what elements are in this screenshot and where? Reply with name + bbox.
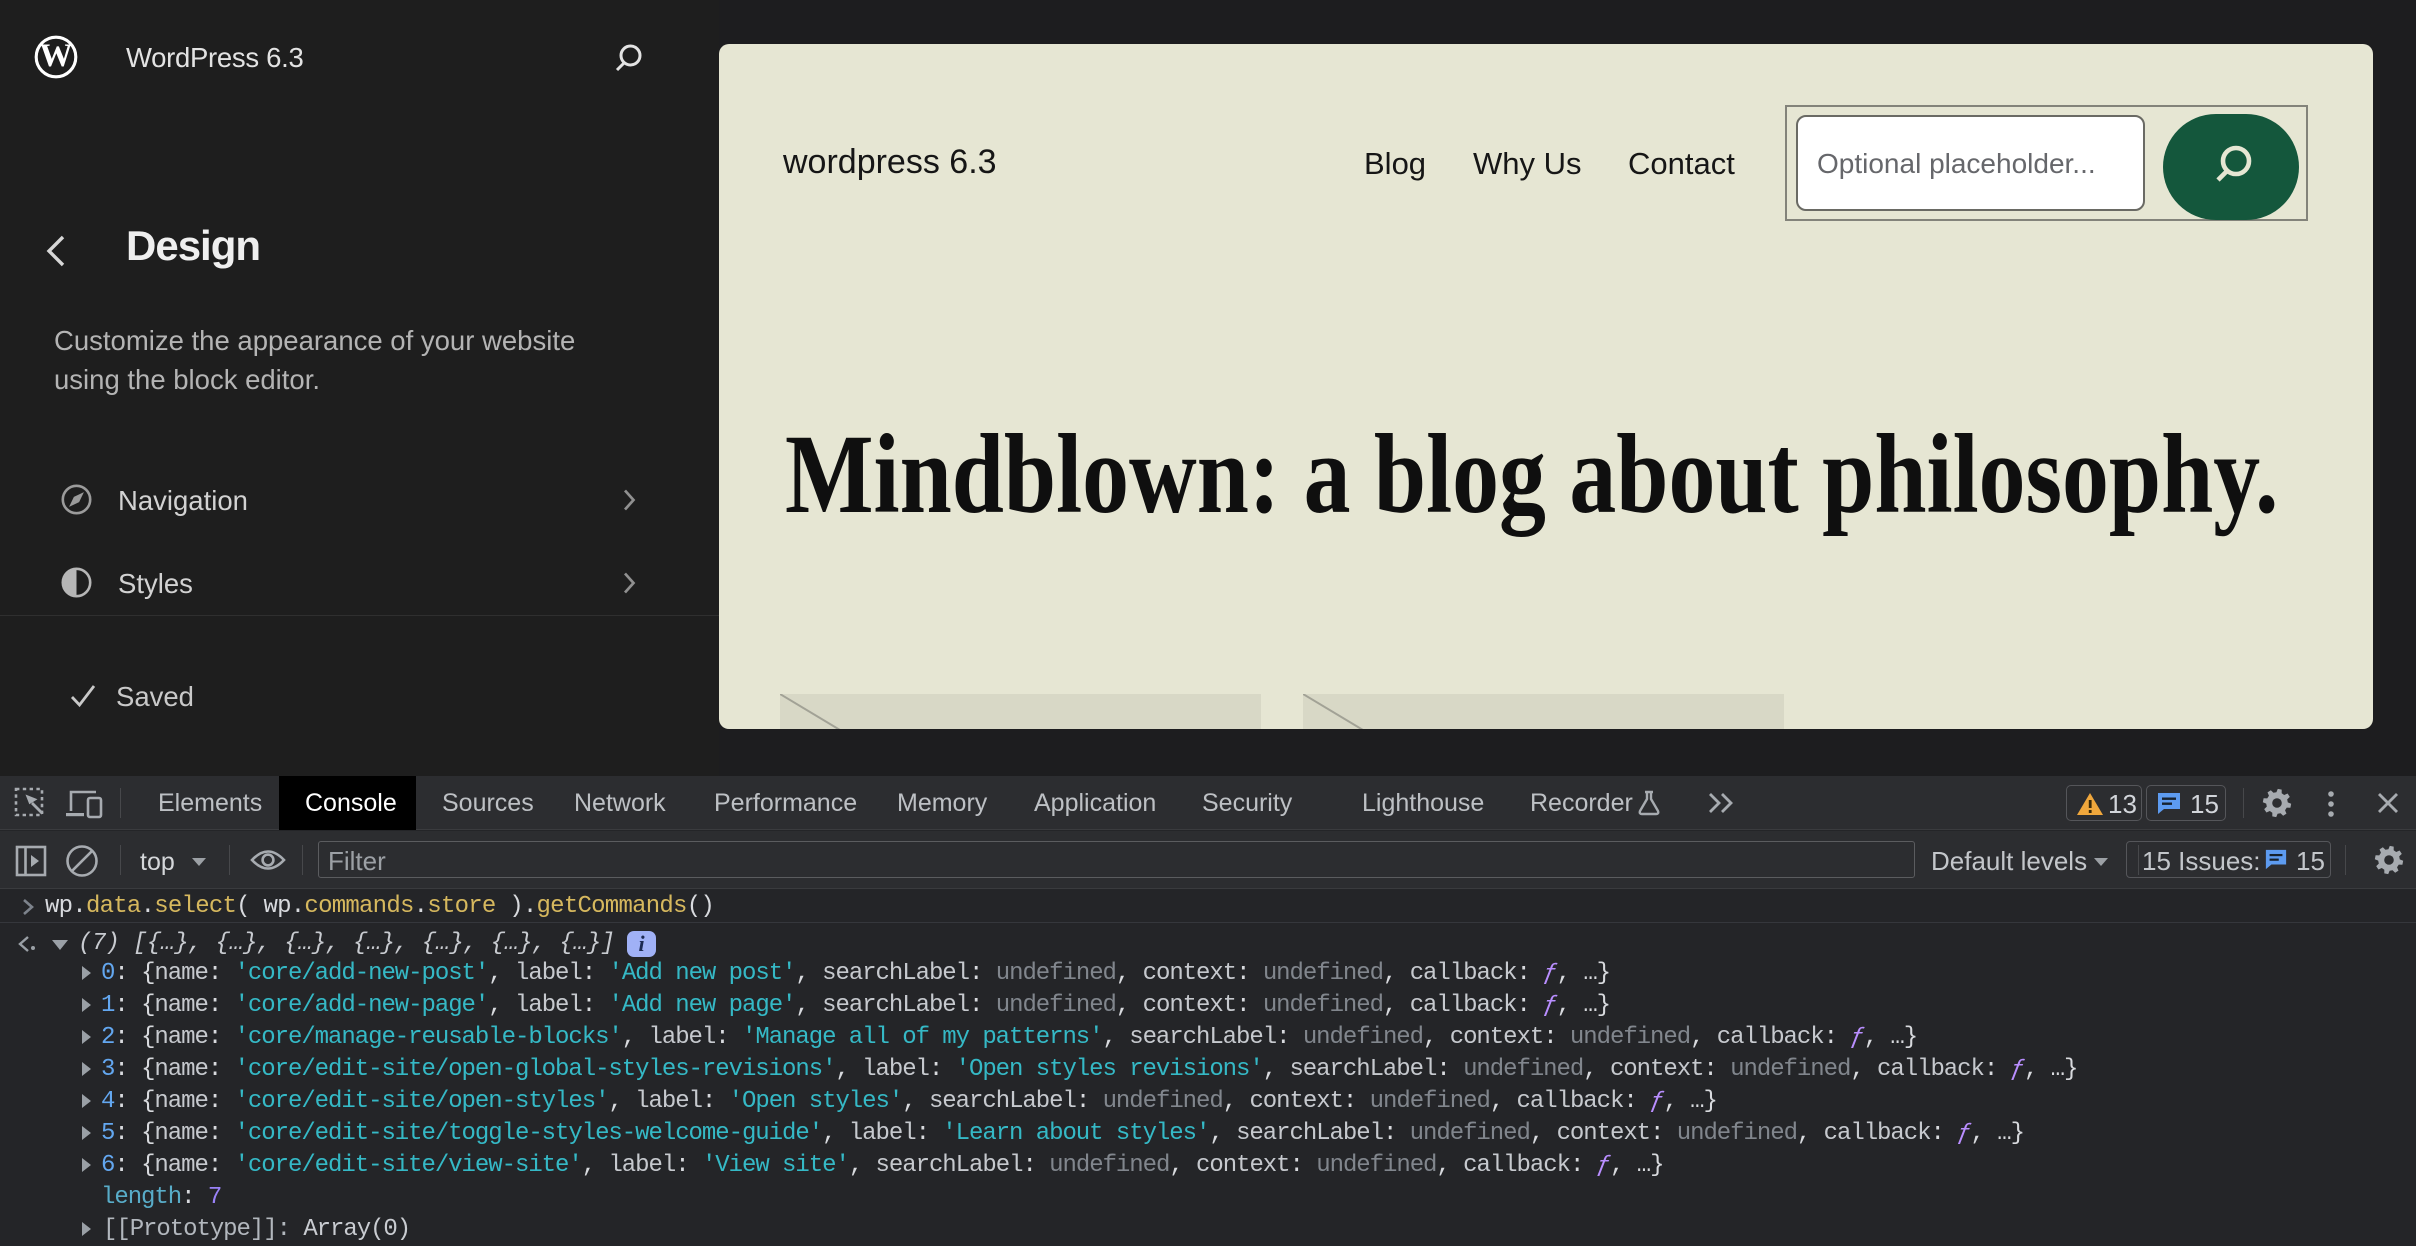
svg-text:W: W [40,38,73,74]
